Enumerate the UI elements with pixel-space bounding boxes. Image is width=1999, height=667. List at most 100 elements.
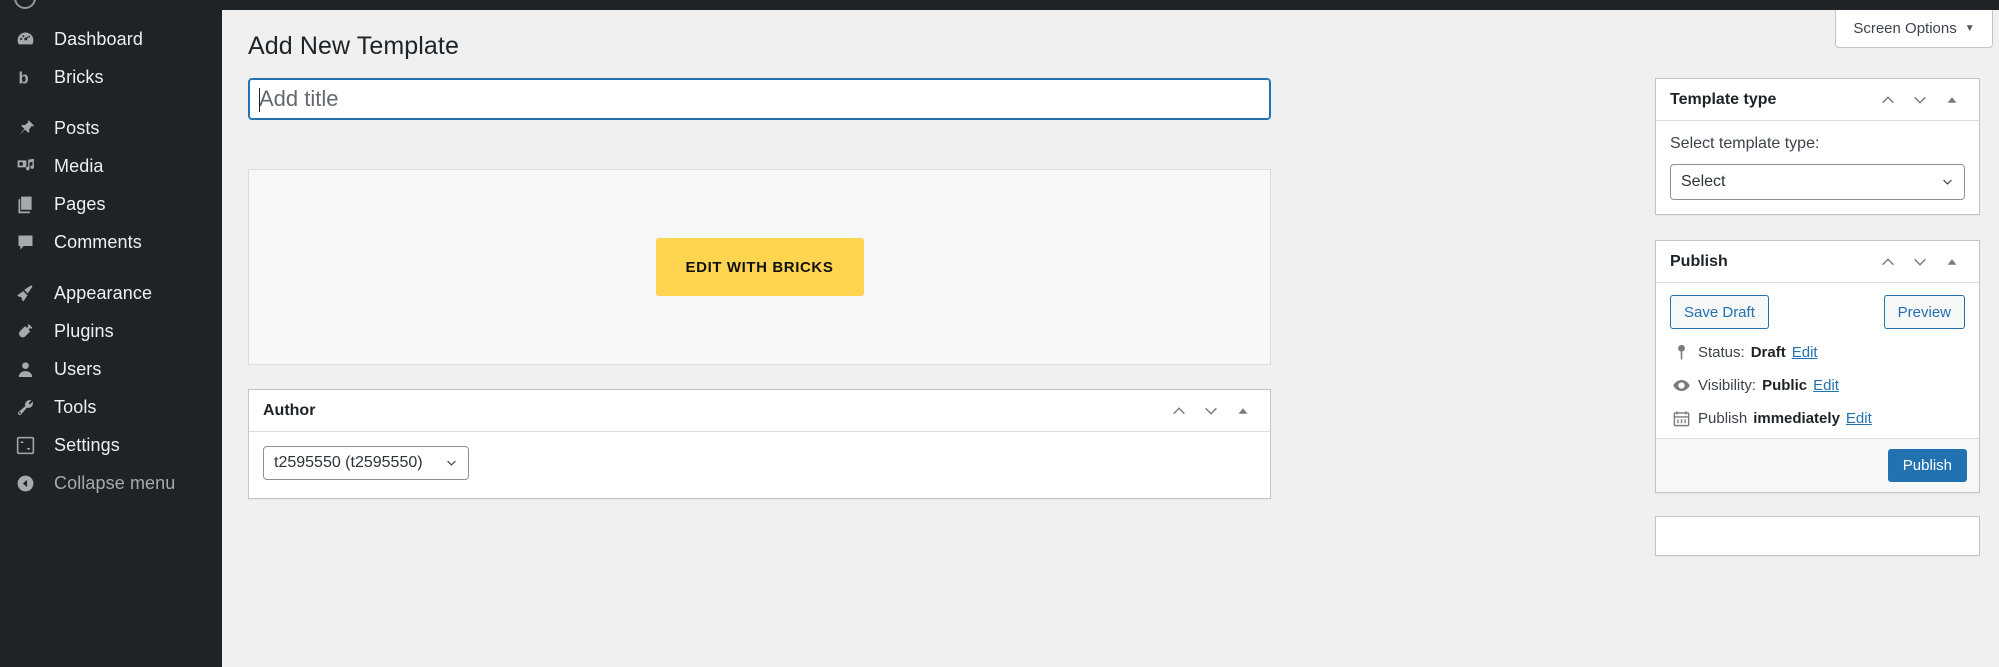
visibility-value: Public: [1762, 377, 1807, 394]
template-type-select[interactable]: Select: [1670, 164, 1965, 200]
title-field-wrapper[interactable]: [248, 78, 1271, 120]
chevron-down-icon[interactable]: [1905, 85, 1935, 115]
sidebar-item-users[interactable]: Users: [0, 350, 222, 388]
sidebar-item-pages[interactable]: Pages: [0, 185, 222, 223]
sidebar-divider: [0, 96, 222, 109]
schedule-value: immediately: [1753, 410, 1840, 427]
chevron-down-icon: [445, 457, 458, 470]
publish-button[interactable]: Publish: [1888, 449, 1967, 482]
schedule-label: Publish: [1698, 410, 1747, 427]
sidebar-collapse-label: Collapse menu: [54, 473, 175, 494]
pages-icon: [14, 193, 36, 215]
title-input[interactable]: [249, 79, 1270, 119]
page-title: Add New Template: [248, 32, 459, 61]
triangle-up-icon[interactable]: [1937, 85, 1967, 115]
sidebar-item-posts[interactable]: Posts: [0, 109, 222, 147]
publish-action-row: Save Draft Preview: [1670, 295, 1965, 329]
admin-sidebar: Dashboard b Bricks Posts Media Page: [0, 10, 222, 667]
visibility-row: Visibility: Public Edit: [1670, 376, 1965, 395]
text-cursor: [259, 88, 260, 112]
wordpress-admin-screen: Dashboard b Bricks Posts Media Page: [0, 0, 1999, 667]
edit-with-bricks-button[interactable]: EDIT WITH BRICKS: [656, 238, 864, 296]
template-type-body: Select template type: Select: [1656, 121, 1979, 214]
save-draft-button[interactable]: Save Draft: [1670, 295, 1769, 329]
collapse-left-arrow-icon: [14, 472, 36, 494]
triangle-up-icon[interactable]: [1937, 247, 1967, 277]
sidebar-collapse-menu[interactable]: Collapse menu: [0, 464, 222, 502]
template-type-header: Template type: [1656, 79, 1979, 121]
chevron-down-icon[interactable]: [1905, 247, 1935, 277]
sidebar-item-label: Users: [54, 359, 102, 380]
eye-icon: [1670, 376, 1692, 395]
media-icon: [14, 155, 36, 177]
visibility-label: Visibility:: [1698, 377, 1756, 394]
calendar-icon: [1670, 409, 1692, 428]
user-icon: [14, 358, 36, 380]
publish-metabox-footer: Publish: [1656, 438, 1979, 492]
sidebar-metaboxes-column: Template type Select templa: [1655, 78, 1980, 556]
status-label: Status:: [1698, 344, 1745, 361]
schedule-row: Publish immediately Edit: [1670, 409, 1965, 428]
svg-text:b: b: [18, 68, 28, 87]
publish-metabox-body: Save Draft Preview Status: Draft Edit: [1656, 283, 1979, 438]
triangle-up-icon[interactable]: [1228, 396, 1258, 426]
author-metabox-controls: [1164, 396, 1258, 426]
sidebar-item-plugins[interactable]: Plugins: [0, 312, 222, 350]
publish-metabox-header: Publish: [1656, 241, 1979, 283]
sidebar-item-label: Dashboard: [54, 29, 143, 50]
dashboard-icon: [14, 28, 36, 50]
pushpin-icon: [14, 117, 36, 139]
author-metabox-header: Author: [249, 390, 1270, 432]
comments-icon: [14, 231, 36, 253]
status-row: Status: Draft Edit: [1670, 343, 1965, 362]
chevron-up-icon[interactable]: [1164, 396, 1194, 426]
sidebar-item-label: Plugins: [54, 321, 114, 342]
publish-metabox-title: Publish: [1670, 253, 1873, 271]
sidebar-item-dashboard[interactable]: Dashboard: [0, 20, 222, 58]
sidebar-item-label: Pages: [54, 194, 106, 215]
sidebar-item-label: Appearance: [54, 283, 152, 304]
chevron-down-icon: ▼: [1965, 23, 1975, 34]
chevron-down-icon: [1941, 176, 1954, 189]
screen-options-button[interactable]: Screen Options ▼: [1835, 10, 1993, 48]
sidebar-item-bricks[interactable]: b Bricks: [0, 58, 222, 96]
sidebar-item-label: Tools: [54, 397, 97, 418]
sidebar-item-tools[interactable]: Tools: [0, 388, 222, 426]
template-type-metabox: Template type Select templa: [1655, 78, 1980, 215]
sidebar-item-label: Comments: [54, 232, 142, 253]
sidebar-item-media[interactable]: Media: [0, 147, 222, 185]
schedule-edit-link[interactable]: Edit: [1846, 410, 1872, 427]
chevron-down-icon[interactable]: [1196, 396, 1226, 426]
template-type-field-label: Select template type:: [1670, 135, 1965, 153]
sidebar-item-appearance[interactable]: Appearance: [0, 274, 222, 312]
author-metabox-body: t2595550 (t2595550): [249, 432, 1270, 498]
editor-column: EDIT WITH BRICKS Author: [248, 78, 1271, 499]
chevron-up-icon[interactable]: [1873, 85, 1903, 115]
sidebar-item-settings[interactable]: Settings: [0, 426, 222, 464]
visibility-edit-link[interactable]: Edit: [1813, 377, 1839, 394]
plug-icon: [14, 320, 36, 342]
author-select[interactable]: t2595550 (t2595550): [263, 446, 469, 480]
sidebar-divider: [0, 261, 222, 274]
wrench-icon: [14, 396, 36, 418]
sidebar-item-label: Settings: [54, 435, 120, 456]
paintbrush-icon: [14, 282, 36, 304]
wordpress-logo-icon[interactable]: [14, 0, 36, 9]
bricks-b-icon: b: [14, 66, 36, 88]
additional-metabox: [1655, 516, 1980, 556]
chevron-up-icon[interactable]: [1873, 247, 1903, 277]
sidebar-item-label: Bricks: [54, 67, 104, 88]
template-type-select-value: Select: [1681, 173, 1725, 191]
sidebar-item-comments[interactable]: Comments: [0, 223, 222, 261]
author-metabox: Author t259555: [248, 389, 1271, 499]
template-type-title: Template type: [1670, 91, 1873, 109]
pin-marker-icon: [1670, 343, 1692, 362]
publish-metabox: Publish Save: [1655, 240, 1980, 493]
screen-options-label: Screen Options: [1853, 20, 1956, 37]
main-content: Screen Options ▼ Add New Template EDIT W…: [222, 10, 1999, 667]
status-edit-link[interactable]: Edit: [1792, 344, 1818, 361]
author-select-value: t2595550 (t2595550): [274, 454, 423, 472]
template-type-controls: [1873, 85, 1967, 115]
sidebar-item-label: Posts: [54, 118, 100, 139]
preview-button[interactable]: Preview: [1884, 295, 1965, 329]
